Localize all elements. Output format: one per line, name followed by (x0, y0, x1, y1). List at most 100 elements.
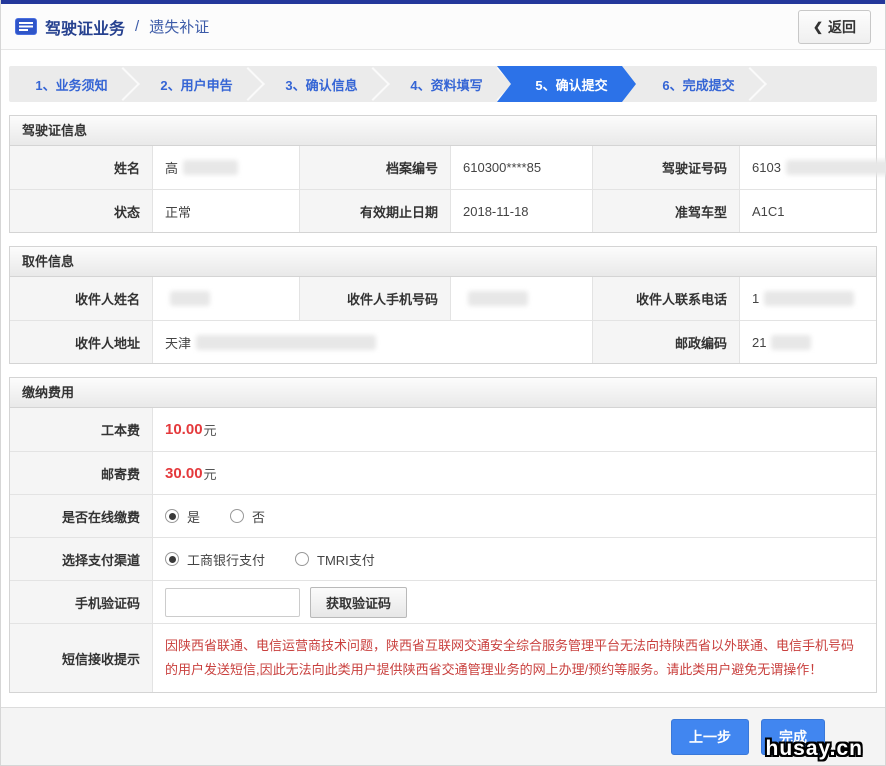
breadcrumb: 驾驶证业务 / 遗失补证 (15, 15, 209, 39)
name-value: 高 (152, 146, 299, 189)
license-row-2: 状态 正常 有效期止日期 2018-11-18 准驾车型 A1C1 (10, 189, 876, 232)
radio-channel-icbc-label: 工商银行支付 (187, 550, 265, 569)
section-pickup-title: 取件信息 (10, 247, 876, 277)
redacted-contact (764, 291, 854, 306)
tab-step-6[interactable]: 6、完成提交 (636, 66, 761, 102)
sms-code-field: 获取验证码 (152, 580, 876, 623)
radio-channel-tmri[interactable]: TMRI支付 (295, 550, 375, 569)
fee-unit: 元 (204, 420, 217, 439)
zip-code-label: 邮政编码 (592, 320, 739, 363)
tab-step-1-label: 1、业务须知 (35, 75, 107, 94)
tab-step-2[interactable]: 2、用户申告 (134, 66, 259, 102)
status-label: 状态 (10, 189, 152, 232)
back-button[interactable]: ❮ 返回 (798, 10, 871, 44)
breadcrumb-separator: / (135, 18, 139, 35)
postage-label: 邮寄费 (10, 451, 152, 494)
sms-code-label: 手机验证码 (10, 580, 152, 623)
recipient-contact-label: 收件人联系电话 (592, 277, 739, 320)
section-payment: 缴纳费用 工本费 10.00元 邮寄费 30.00元 是否在线缴费 是 否 选择… (9, 377, 877, 693)
sms-notice-label: 短信接收提示 (10, 623, 152, 692)
page-header: 驾驶证业务 / 遗失补证 ❮ 返回 (1, 4, 885, 50)
get-sms-code-button[interactable]: 获取验证码 (310, 587, 407, 618)
expiry-label: 有效期止日期 (299, 189, 450, 232)
pickup-row-1: 收件人姓名 收件人手机号码 收件人联系电话 1 (10, 277, 876, 320)
radio-online-no-label: 否 (252, 507, 265, 526)
tab-step-3-label: 3、确认信息 (285, 75, 357, 94)
tab-step-4-label: 4、资料填写 (410, 75, 482, 94)
recipient-name-value (152, 277, 299, 320)
sms-notice-cell: 因陕西省联通、电信运营商技术问题，陕西省互联网交通安全综合服务管理平台无法向持陕… (152, 623, 876, 692)
online-payment-row: 是否在线缴费 是 否 (10, 494, 876, 537)
postage-unit: 元 (204, 464, 217, 483)
section-license-info: 驾驶证信息 姓名 高 档案编号 610300****85 驾驶证号码 6103 … (9, 115, 877, 233)
radio-channel-icbc[interactable]: 工商银行支付 (165, 550, 265, 569)
recipient-address-label: 收件人地址 (10, 320, 152, 363)
radio-icon (165, 509, 179, 523)
name-label: 姓名 (10, 146, 152, 189)
postage-value: 30.00元 (152, 451, 876, 494)
radio-online-no[interactable]: 否 (230, 507, 265, 526)
sms-code-row: 手机验证码 获取验证码 (10, 580, 876, 623)
tab-step-6-label: 6、完成提交 (662, 75, 734, 94)
previous-step-button[interactable]: 上一步 (671, 719, 749, 755)
fee-row: 工本费 10.00元 (10, 408, 876, 451)
online-payment-options: 是 否 (152, 494, 876, 537)
watermark: husay.cn (766, 737, 863, 761)
footer-action-bar: 上一步 完成 (1, 707, 885, 765)
radio-online-yes[interactable]: 是 (165, 507, 200, 526)
redacted-license-no (786, 160, 886, 175)
back-label: 返回 (828, 17, 856, 37)
radio-icon (165, 552, 179, 566)
vehicle-class-value: A1C1 (739, 189, 876, 232)
postage-amount: 30.00 (165, 465, 203, 482)
tab-step-1[interactable]: 1、业务须知 (9, 66, 134, 102)
recipient-contact-value: 1 (739, 277, 876, 320)
tab-step-4[interactable]: 4、资料填写 (384, 66, 509, 102)
redacted-recipient-name (170, 291, 210, 306)
pickup-row-2: 收件人地址 天津 邮政编码 21 (10, 320, 876, 363)
postage-row: 邮寄费 30.00元 (10, 451, 876, 494)
sms-code-input[interactable] (165, 588, 300, 617)
radio-icon (230, 509, 244, 523)
recipient-address-value: 天津 (152, 320, 592, 363)
payment-channel-options: 工商银行支付 TMRI支付 (152, 537, 876, 580)
page-subtitle: 遗失补证 (149, 16, 209, 37)
tab-step-5-label: 5、确认提交 (535, 75, 607, 94)
license-no-value: 6103 (739, 146, 886, 189)
sms-notice-row: 短信接收提示 因陕西省联通、电信运营商技术问题，陕西省互联网交通安全综合服务管理… (10, 623, 876, 692)
back-chevron-icon: ❮ (813, 20, 823, 34)
tabstrip-filler (761, 66, 877, 102)
expiry-value: 2018-11-18 (450, 189, 592, 232)
redacted-mobile (468, 291, 528, 306)
fee-value: 10.00元 (152, 408, 876, 451)
redacted-address (196, 335, 376, 350)
status-value: 正常 (152, 189, 299, 232)
recipient-name-label: 收件人姓名 (10, 277, 152, 320)
radio-icon (295, 552, 309, 566)
step-tabs: 1、业务须知 2、用户申告 3、确认信息 4、资料填写 5、确认提交 6、完成提… (9, 66, 877, 102)
tab-step-2-label: 2、用户申告 (160, 75, 232, 94)
section-license-title: 驾驶证信息 (10, 116, 876, 146)
license-services-icon (15, 18, 37, 35)
section-pickup-info: 取件信息 收件人姓名 收件人手机号码 收件人联系电话 1 收件人地址 天津 邮政… (9, 246, 877, 364)
payment-channel-label: 选择支付渠道 (10, 537, 152, 580)
file-no-label: 档案编号 (299, 146, 450, 189)
redacted-name (183, 160, 238, 175)
license-row-1: 姓名 高 档案编号 610300****85 驾驶证号码 6103 (10, 146, 876, 189)
page: 驾驶证业务 / 遗失补证 ❮ 返回 1、业务须知 2、用户申告 3、确认信息 4… (0, 0, 886, 766)
fee-amount: 10.00 (165, 421, 203, 438)
tab-step-3[interactable]: 3、确认信息 (259, 66, 384, 102)
redacted-zip (771, 335, 811, 350)
zip-code-value: 21 (739, 320, 876, 363)
file-no-value: 610300****85 (450, 146, 592, 189)
license-no-label: 驾驶证号码 (592, 146, 739, 189)
recipient-mobile-value (450, 277, 592, 320)
radio-channel-tmri-label: TMRI支付 (317, 550, 375, 569)
fee-label: 工本费 (10, 408, 152, 451)
section-payment-title: 缴纳费用 (10, 378, 876, 408)
payment-channel-row: 选择支付渠道 工商银行支付 TMRI支付 (10, 537, 876, 580)
radio-online-yes-label: 是 (187, 507, 200, 526)
tab-step-5[interactable]: 5、确认提交 (497, 66, 636, 102)
sms-notice-text: 因陕西省联通、电信运营商技术问题，陕西省互联网交通安全综合服务管理平台无法向持陕… (165, 634, 864, 682)
page-title: 驾驶证业务 (45, 15, 125, 39)
